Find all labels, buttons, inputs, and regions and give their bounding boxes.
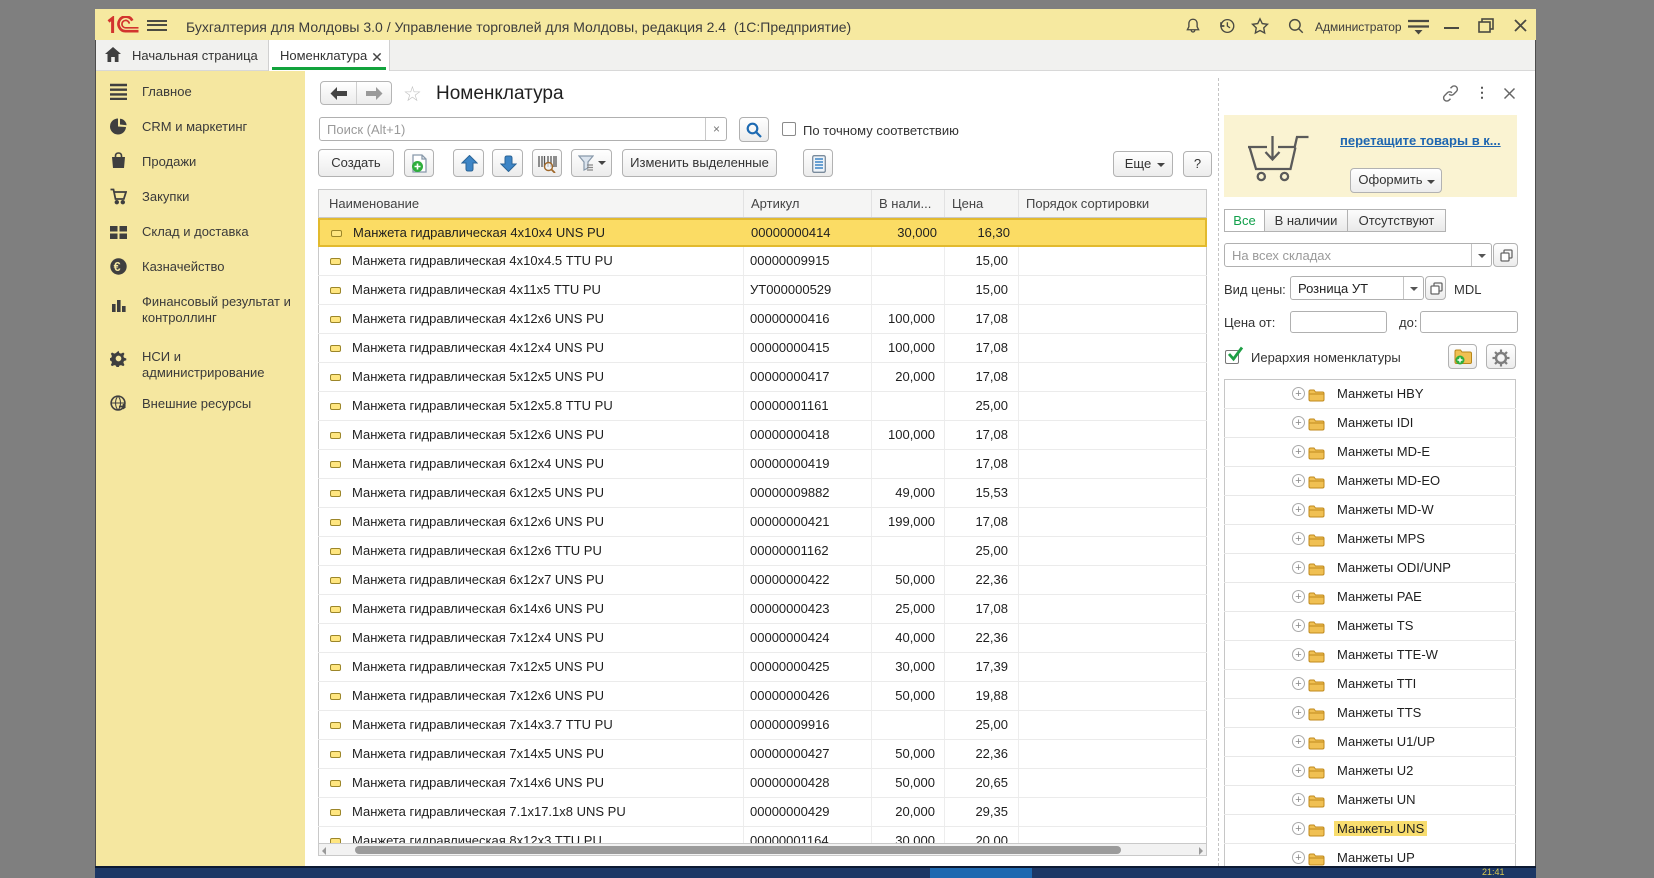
- svg-text:€: €: [114, 260, 121, 274]
